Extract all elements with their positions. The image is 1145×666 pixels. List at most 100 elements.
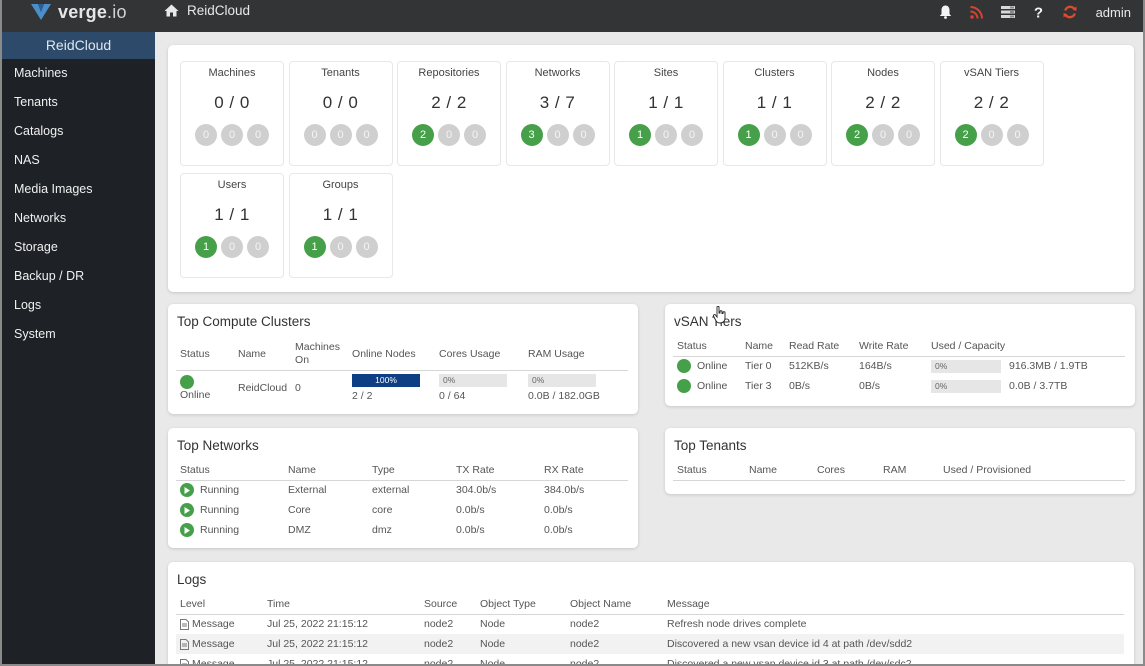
status-count-badge[interactable]: 3 xyxy=(520,124,543,146)
status-count-badge[interactable]: 0 xyxy=(221,124,243,146)
status-count-badge[interactable]: 0 xyxy=(980,124,1003,146)
summary-tile-clusters[interactable]: Clusters 1 / 1100 xyxy=(722,61,827,166)
online-status-icon xyxy=(677,379,691,393)
sidebar-item-logs[interactable]: Logs xyxy=(2,291,155,320)
user-menu[interactable]: admin xyxy=(1096,5,1131,20)
log-source: node2 xyxy=(424,618,454,631)
log-object-name: node2 xyxy=(570,638,600,650)
summary-tile-tenants[interactable]: Tenants 0 / 0000 xyxy=(288,61,393,166)
sidebar-item-tenants[interactable]: Tenants xyxy=(2,88,155,117)
status-count-badge[interactable]: 0 xyxy=(681,124,703,146)
status-count-badge[interactable]: 0 xyxy=(572,124,595,146)
refresh-icon[interactable] xyxy=(1062,4,1078,20)
table-row[interactable]: Online Tier 0 512KB/s 164B/s 0% 916.3MB … xyxy=(673,356,1125,376)
tier-name[interactable]: Tier 3 xyxy=(741,376,785,396)
status-count-badge[interactable]: 0 xyxy=(763,124,786,146)
status-count-badge[interactable]: 0 xyxy=(329,236,352,258)
table-row[interactable]: Running DMZ dmz 0.0b/s 0.0b/s xyxy=(176,520,628,540)
document-icon xyxy=(180,638,189,650)
status-count-badge[interactable]: 0 xyxy=(546,124,569,146)
sidebar-item-storage[interactable]: Storage xyxy=(2,233,155,262)
summary-tile-vsan-tiers[interactable]: vSAN Tiers 2 / 2200 xyxy=(939,61,1044,166)
bell-icon[interactable] xyxy=(938,4,954,20)
rss-icon[interactable] xyxy=(969,4,985,20)
status-count-badge[interactable]: 0 xyxy=(872,124,894,146)
status-count-badge[interactable]: 0 xyxy=(303,124,326,146)
col-object-type: Object Type xyxy=(480,597,536,610)
network-name[interactable]: DMZ xyxy=(284,520,368,540)
sidebar-org[interactable]: ReidCloud xyxy=(2,32,155,59)
summary-tile-nodes[interactable]: Nodes 2 / 2200 xyxy=(831,61,935,166)
col-name: Name xyxy=(238,347,267,360)
summary-tile-repositories[interactable]: Repositories 2 / 2200 xyxy=(397,61,501,166)
log-message: Discovered a new vsan device id 4 at pat… xyxy=(667,638,913,650)
network-name[interactable]: External xyxy=(284,480,368,500)
status-count-badge[interactable]: 2 xyxy=(954,124,977,146)
logs-table: Level Time Source Object Type Object Nam… xyxy=(176,594,1124,664)
sidebar-item-system[interactable]: System xyxy=(2,320,155,349)
sidebar-item-catalogs[interactable]: Catalogs xyxy=(2,117,155,146)
tasks-list-icon[interactable] xyxy=(1000,4,1016,20)
status-count-badge[interactable]: 1 xyxy=(737,124,760,146)
main-content: Machines 0 / 0 0 0 0 Tenants 0 / 0 0 0 0 Repositor… xyxy=(155,32,1143,664)
col-status: Status xyxy=(677,339,707,352)
table-row[interactable]: Running Core core 0.0b/s 0.0b/s xyxy=(176,500,628,520)
summary-tile-users[interactable]: Users 1 / 1100 xyxy=(180,173,284,278)
status-count-badge[interactable]: 0 xyxy=(1006,124,1029,146)
tile-value: 2 / 2 xyxy=(973,93,1010,112)
cores-usage-progress: 0% xyxy=(439,374,508,388)
help-icon[interactable]: ? xyxy=(1031,4,1047,20)
breadcrumb[interactable]: ReidCloud xyxy=(164,3,250,18)
col-status: Status xyxy=(180,347,210,360)
log-row[interactable]: Message Jul 25, 2022 21:15:12 node2 Node nod… xyxy=(176,634,1124,654)
tile-status-counts: 300 xyxy=(507,124,609,146)
status-count-badge[interactable]: 0 xyxy=(247,236,269,258)
status-count-badge[interactable]: 1 xyxy=(629,124,651,146)
status-count-badge[interactable]: 0 xyxy=(355,124,378,146)
status-count-badge[interactable]: 0 xyxy=(355,236,378,258)
col-level: Level xyxy=(180,597,206,610)
rx-rate: 384.0b/s xyxy=(544,484,585,497)
log-row[interactable]: Message Jul 25, 2022 21:15:12 node2 Node nod… xyxy=(176,614,1124,634)
status-count-badge[interactable]: 1 xyxy=(195,236,217,258)
panel-title: Top Tenants xyxy=(674,438,747,453)
summary-tile-machines[interactable]: Machines 0 / 0000 xyxy=(180,61,284,166)
col-used-capacity: Used / Capacity xyxy=(931,339,1006,352)
status-count-badge[interactable]: 0 xyxy=(195,124,217,146)
network-name[interactable]: Core xyxy=(284,500,368,520)
log-row[interactable]: Message Jul 25, 2022 21:15:12 node2 Node nod… xyxy=(176,654,1124,664)
cluster-name[interactable]: ReidCloud xyxy=(234,370,291,406)
status-count-badge[interactable]: 0 xyxy=(329,124,352,146)
log-level: Message xyxy=(192,618,235,631)
status-count-badge[interactable]: 2 xyxy=(846,124,868,146)
status-count-badge[interactable]: 0 xyxy=(221,236,243,258)
verge-logo[interactable]: verge.io xyxy=(30,0,127,24)
tile-label: Groups xyxy=(322,179,359,191)
tile-value: 0 / 0 xyxy=(322,93,359,112)
summary-tile-sites[interactable]: Sites 1 / 1100 xyxy=(614,61,718,166)
status-count-badge[interactable]: 1 xyxy=(303,236,326,258)
status-count-badge[interactable]: 0 xyxy=(789,124,812,146)
network-type: external xyxy=(372,484,410,497)
tier-name[interactable]: Tier 0 xyxy=(741,356,785,376)
table-row[interactable]: Running External external 304.0b/s 384.0b/s xyxy=(176,480,628,500)
status-count-badge[interactable]: 0 xyxy=(438,124,460,146)
summary-tile-groups[interactable]: Groups 1 / 1100 xyxy=(288,173,393,278)
sidebar-item-media-images[interactable]: Media Images xyxy=(2,175,155,204)
status-count-badge[interactable]: 0 xyxy=(247,124,269,146)
status-count-badge[interactable]: 0 xyxy=(898,124,920,146)
status-count-badge[interactable]: 0 xyxy=(655,124,677,146)
sidebar-item-backup-dr[interactable]: Backup / DR xyxy=(2,262,155,291)
table-row[interactable]: Online Tier 3 0B/s 0B/s 0% 0.0B / 3.7TB xyxy=(673,376,1125,396)
col-tx-rate: TX Rate xyxy=(456,463,495,476)
status-count-badge[interactable]: 0 xyxy=(464,124,486,146)
summary-tile-networks[interactable]: Networks 3 / 7300 xyxy=(505,61,610,166)
sidebar-item-nas[interactable]: NAS xyxy=(2,146,155,175)
sidebar-item-machines[interactable]: Machines xyxy=(2,59,155,88)
table-row[interactable]: Online ReidCloud 0 100% 2 / 2 0% 0 / 64 … xyxy=(176,370,628,406)
sidebar-item-networks[interactable]: Networks xyxy=(2,204,155,233)
status-count-badge[interactable]: 2 xyxy=(412,124,434,146)
verge-logo-mark-icon xyxy=(31,4,51,20)
ram-usage-value: 0.0B / 182.0GB xyxy=(528,390,600,403)
tile-label: Networks xyxy=(534,67,581,79)
